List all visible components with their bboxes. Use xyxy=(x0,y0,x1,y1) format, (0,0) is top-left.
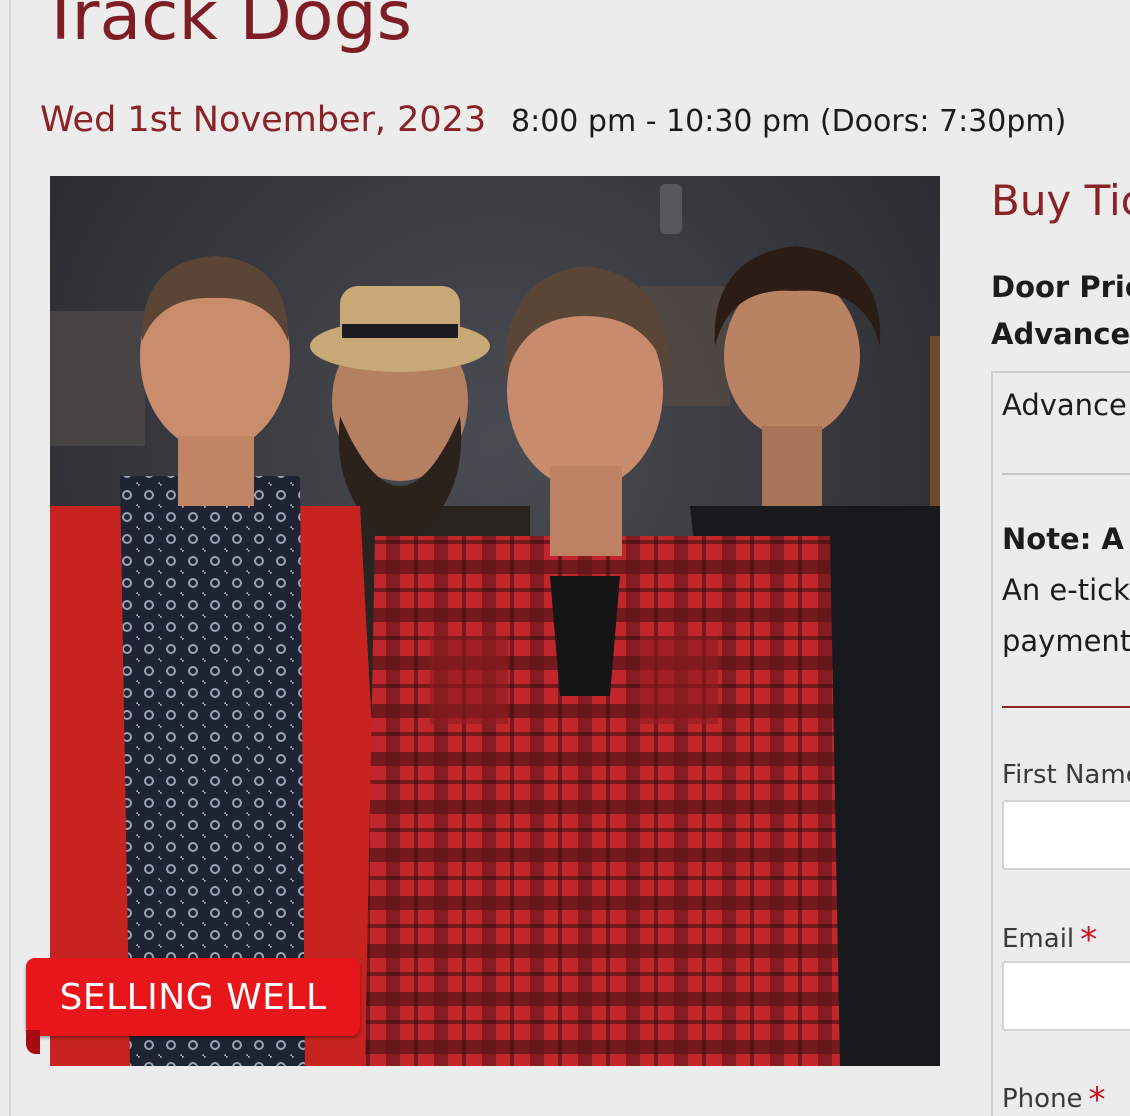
phone-label-text: Phone xyxy=(1002,1084,1083,1114)
page-left-border xyxy=(9,0,11,1116)
advance-price-label: Advance: xyxy=(991,317,1130,351)
buy-tickets-heading: Buy Tic xyxy=(991,176,1130,225)
note-title: Note: A xyxy=(1002,522,1124,556)
note-line-2: payment xyxy=(1002,624,1130,658)
phone-required-mark: * xyxy=(1088,1080,1106,1116)
first-name-label-text: First Name xyxy=(1002,760,1130,790)
phone-label: Phone * xyxy=(1002,1076,1106,1116)
band-photo xyxy=(50,176,940,1066)
door-price-label: Door Pric xyxy=(991,270,1130,304)
badge-ribbon-fold xyxy=(26,1030,40,1054)
advance-ticket-option[interactable]: Advance xyxy=(1002,388,1127,422)
note-line-1: An e-tick xyxy=(1002,573,1130,607)
option-divider xyxy=(1002,473,1130,475)
event-time: 8:00 pm - 10:30 pm (Doors: 7:30pm) xyxy=(511,104,1067,139)
email-input[interactable] xyxy=(1002,961,1130,1031)
selling-well-badge: SELLING WELL xyxy=(26,958,360,1036)
badge-label: SELLING WELL xyxy=(59,977,327,1018)
event-date: Wed 1st November, 2023 xyxy=(40,100,487,140)
note-divider xyxy=(1002,706,1130,708)
first-name-input[interactable] xyxy=(1002,800,1130,870)
first-name-label: First Name xyxy=(1002,760,1130,790)
event-title: Track Dogs xyxy=(40,0,413,56)
email-label: Email * xyxy=(1002,916,1097,960)
email-label-text: Email xyxy=(1002,924,1075,954)
ticket-panel: Buy Tic Door Pric Advance: Advance Note:… xyxy=(960,176,1130,1116)
email-required-mark: * xyxy=(1080,920,1098,960)
